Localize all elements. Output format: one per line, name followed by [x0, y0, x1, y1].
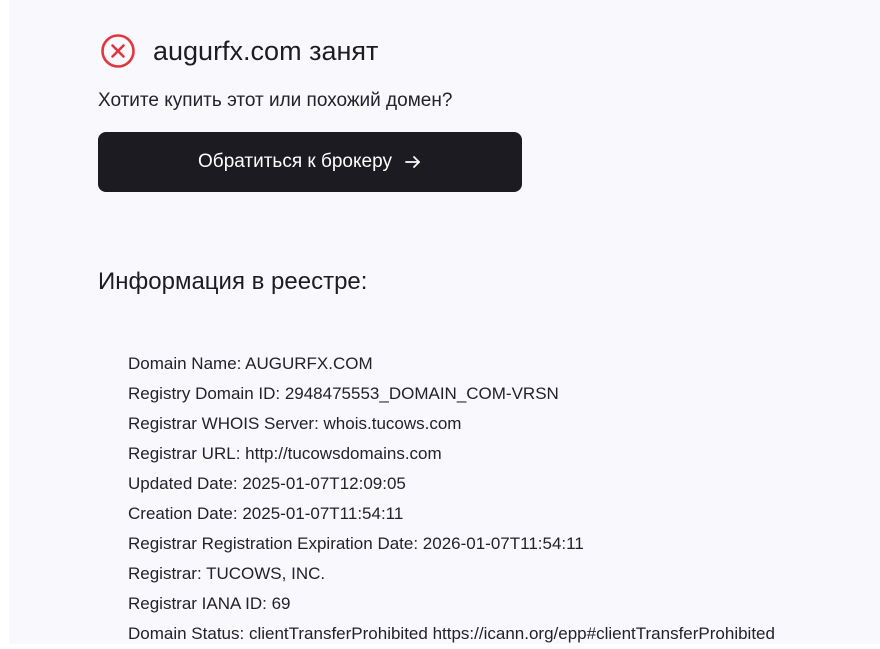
purchase-question: Хотите купить этот или похожий домен? [98, 90, 453, 111]
whois-line-registrar-url: Registrar URL: http://tucowsdomains.com [128, 444, 442, 463]
domain-status-row: augurfx.com занят [100, 33, 378, 69]
whois-line-creation-date: Creation Date: 2025-01-07T11:54:11 [128, 504, 404, 523]
arrow-right-icon [405, 156, 420, 168]
whois-line-registrar-iana-id: Registrar IANA ID: 69 [128, 594, 291, 613]
whois-line-updated-date: Updated Date: 2025-01-07T12:09:05 [128, 474, 406, 493]
registry-info-heading: Информация в реестре: [98, 268, 368, 295]
whois-line-registrar-whois-server: Registrar WHOIS Server: whois.tucows.com [128, 414, 462, 433]
close-circle-icon [101, 34, 135, 68]
whois-line-registry-domain-id: Registry Domain ID: 2948475553_DOMAIN_CO… [128, 384, 559, 403]
whois-line-registrar: Registrar: TUCOWS, INC. [128, 564, 326, 583]
main-panel: augurfx.com занят Хотите купить этот или… [9, 0, 880, 644]
whois-record-list: Domain Name: AUGURFX.COM Registry Domain… [128, 349, 775, 649]
contact-broker-button[interactable]: Обратиться к брокеру [98, 132, 522, 192]
whois-line-expiration-date: Registrar Registration Expiration Date: … [128, 534, 584, 553]
domain-status-title: augurfx.com занят [153, 36, 379, 66]
contact-broker-label: Обратиться к брокеру [198, 151, 392, 172]
whois-line-domain-status: Domain Status: clientTransferProhibited … [128, 624, 775, 643]
whois-line-domain-name: Domain Name: AUGURFX.COM [128, 354, 373, 373]
